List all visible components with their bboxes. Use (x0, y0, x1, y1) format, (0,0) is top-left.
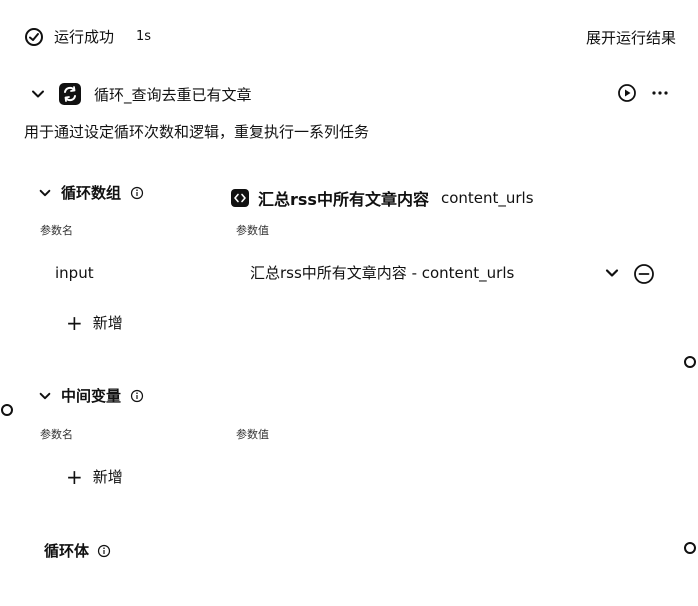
node-title: 循环_查询去重已有文章 (94, 85, 252, 104)
more-horizontal-icon[interactable] (651, 86, 669, 100)
node-header: 循环_查询去重已有文章 (30, 82, 252, 106)
play-circle-icon[interactable] (617, 83, 637, 103)
node-description: 用于通过设定循环次数和逻辑，重复执行一系列任务 (24, 123, 370, 141)
chevron-down-icon[interactable] (38, 389, 52, 403)
tooltip-field: content_urls (440, 189, 534, 207)
status-label: 运行成功 (54, 28, 115, 46)
intermediate-vars-add-button[interactable]: + 新增 (66, 466, 123, 487)
chevron-down-icon[interactable] (38, 186, 52, 200)
loop-icon (58, 82, 82, 106)
loop-body-section-header: 循环体 (44, 540, 111, 561)
loop-body-title: 循环体 (44, 542, 90, 560)
param-input-name[interactable]: input (55, 264, 94, 282)
variable-tooltip: 汇总rss中所有文章内容 content_urls (224, 184, 542, 214)
intermediate-vars-title: 中间变量 (61, 387, 122, 405)
plus-icon: + (66, 310, 83, 335)
info-icon[interactable] (130, 186, 144, 200)
run-status: 运行成功 1s (24, 26, 151, 47)
output-port[interactable] (684, 356, 696, 368)
chevron-down-icon[interactable] (30, 86, 46, 102)
plus-icon: + (66, 464, 83, 489)
minus-circle-icon[interactable] (633, 263, 655, 285)
add-label: 新增 (92, 468, 123, 486)
info-icon[interactable] (97, 544, 111, 558)
loop-array-section-header[interactable]: 循环数组 (38, 182, 144, 203)
param-value-select[interactable]: 汇总rss中所有文章内容 - content_urls (250, 262, 620, 283)
param-value-header: 参数值 (236, 428, 269, 441)
param-name-header: 参数名 (40, 428, 73, 441)
chevron-down-icon[interactable] (604, 265, 620, 281)
param-value-header: 参数值 (236, 224, 269, 237)
loop-array-title: 循环数组 (61, 184, 122, 202)
expand-results-link[interactable]: 展开运行结果 (586, 27, 676, 48)
param-value-text: 汇总rss中所有文章内容 - content_urls (250, 264, 515, 282)
loop-body-port[interactable] (684, 542, 696, 554)
loop-array-add-button[interactable]: + 新增 (66, 312, 123, 333)
info-icon[interactable] (130, 389, 144, 403)
param-name-header: 参数名 (40, 224, 73, 237)
status-duration: 1s (136, 29, 152, 44)
tooltip-source: 汇总rss中所有文章内容 (258, 190, 429, 209)
intermediate-vars-section-header[interactable]: 中间变量 (38, 385, 144, 406)
input-port[interactable] (1, 404, 13, 416)
add-label: 新增 (92, 314, 123, 332)
code-block-icon (230, 188, 250, 208)
check-circle-icon (24, 27, 44, 47)
